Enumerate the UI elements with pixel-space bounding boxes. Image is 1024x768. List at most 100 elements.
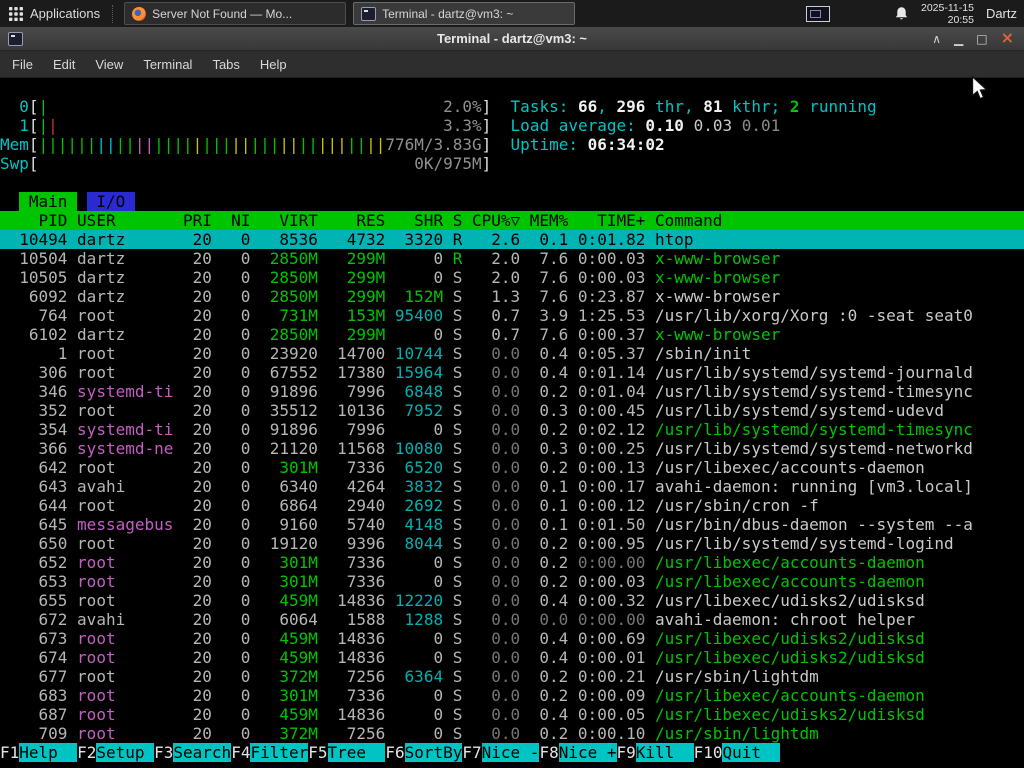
cell-cmd: /usr/sbin/lightdm (654, 667, 819, 686)
mem-value: 776M/3.83G (385, 135, 482, 154)
fnkey-F7[interactable]: F7 Nice - (462, 743, 540, 762)
cell-cpu: 0.0 (491, 534, 521, 553)
cell-shr: 10080 (394, 439, 444, 458)
process-row[interactable]: 6102 dartz 20 0 2850M 299M 0 S 0.7 7.6 0:00.37 x-ww… (0, 325, 1024, 344)
cell-res: 14836 (337, 629, 386, 648)
menu-item-file[interactable]: File (2, 53, 43, 76)
process-row[interactable]: 10505 dartz 20 0 2850M 299M 0 S 2.0 7.6 0:00.03 x-w… (0, 268, 1024, 287)
cell-user: messagebus (77, 515, 174, 534)
applications-menu[interactable]: Applications (0, 0, 109, 27)
fnkey-F2[interactable]: F2 Setup (77, 743, 155, 762)
fnkey-F9[interactable]: F9 Kill (617, 743, 694, 762)
window-titlebar[interactable]: Terminal - dartz@vm3: ~ ∧ ▁ □ × (0, 27, 1024, 51)
process-row[interactable]: 764 root 20 0 731M 153M 95400 S 0.7 3.9 1:25.53/us… (0, 306, 1024, 325)
column-header-pid[interactable]: PID (0, 211, 68, 230)
process-row[interactable]: 642 root 20 0 301M 7336 6520 S 0.0 0.2 0:00.13/usr… (0, 458, 1024, 477)
fnkey-label: F2 (77, 743, 97, 762)
cell-time: 0:00.32 (577, 591, 646, 610)
mouse-cursor (972, 76, 988, 100)
process-row[interactable]: 10494 dartz 20 0 8536 4732 3320 R 2.6 0.1 0:01.82 h… (0, 230, 1024, 249)
workspace-switcher[interactable] (806, 5, 830, 22)
column-header-cmd[interactable]: Command (655, 211, 1024, 230)
cell-pri: 20 (192, 496, 212, 515)
process-row[interactable]: 653 root 20 0 301M 7336 0 S 0.0 0.2 0:00.03/usr/li… (0, 572, 1024, 591)
minimize-button[interactable]: ▁ (954, 32, 963, 46)
fnkey-F6[interactable]: F6 SortBy (385, 743, 463, 762)
fnkey-F8[interactable]: F8 Nice + (539, 743, 617, 762)
process-row[interactable]: 655 root 20 0 459M 14836 12220 S 0.0 0.4 0:00.32/u… (0, 591, 1024, 610)
cell-shr: 15964 (394, 363, 444, 382)
fnkey-F5[interactable]: F5 Tree (308, 743, 386, 762)
column-header-res[interactable]: RES (318, 211, 385, 230)
menu-item-help[interactable]: Help (250, 53, 297, 76)
fnkey-F3[interactable]: F3 Search (154, 743, 232, 762)
process-row[interactable]: 643 avahi 20 0 6340 4264 3832 S 0.0 0.1 0:00.17 ava… (0, 477, 1024, 496)
cell-user: root (77, 648, 116, 667)
process-row[interactable]: 306 root 20 0 67552 17380 15964 S 0.0 0.4 0:01.14 /… (0, 363, 1024, 382)
process-row[interactable]: 366 systemd-ne 20 0 21120 11568 10080 S 0.0 0.3 0:… (0, 439, 1024, 458)
user-menu[interactable]: Dartz (986, 6, 1019, 21)
process-row[interactable]: 674 root 20 0 459M 14836 0 S 0.0 0.4 0:00.01/usr/l… (0, 648, 1024, 667)
clock[interactable]: 2025-11-15 20:55 (921, 2, 974, 26)
process-row[interactable]: 650 root 20 0 19120 9396 8044 S 0.0 0.2 0:00.95/us… (0, 534, 1024, 553)
column-header-mem[interactable]: MEM% (520, 211, 569, 230)
cell-ni: 0 (240, 382, 251, 401)
process-row[interactable]: 1 root 20 0 23920 14700 10744 S 0.0 0.4 0:05.37/sb… (0, 344, 1024, 363)
process-row[interactable]: 352 root 20 0 35512 10136 7952 S 0.0 0.3 0:00.45/u… (0, 401, 1024, 420)
process-row[interactable]: 645 messagebus 20 0 9160 5740 4148 S 0.0 0.1 0:01.… (0, 515, 1024, 534)
cell-virt: 19120 (269, 534, 318, 553)
column-header-ni[interactable]: NI (212, 211, 250, 230)
fnkey-F1[interactable]: F1 Help (0, 743, 78, 762)
cell-shr: 0 (433, 325, 444, 344)
cell-ni: 0 (240, 496, 251, 515)
cell-user: root (77, 705, 116, 724)
fnkey-F4[interactable]: F4 Filter (231, 743, 309, 762)
cell-cmd: /usr/libexec/accounts-daemon (654, 572, 925, 591)
htop-tab-io[interactable]: I/O (86, 192, 135, 211)
menu-item-edit[interactable]: Edit (43, 53, 85, 76)
column-header-pri[interactable]: PRI (173, 211, 212, 230)
cell-pri: 20 (192, 249, 212, 268)
process-row[interactable]: 644 root 20 0 6864 2940 2692 S 0.0 0.1 0:00.12/usr… (0, 496, 1024, 515)
column-header-cpu[interactable]: CPU%▽ (462, 211, 520, 230)
notification-bell-icon[interactable] (894, 6, 909, 21)
process-row[interactable]: 687 root 20 0 459M 14836 0 S 0.0 0.4 0:00.05/usr/l… (0, 705, 1024, 724)
column-header-virt[interactable]: VIRT (250, 211, 318, 230)
cell-user: systemd-ne (77, 439, 174, 458)
process-row[interactable]: 652 root 20 0 301M 7336 0 S 0.0 0.2 0:00.00/usr/li… (0, 553, 1024, 572)
process-row[interactable]: 677 root 20 0 372M 7256 6364 S 0.0 0.2 0:00.21/usr… (0, 667, 1024, 686)
process-row[interactable]: 709 root 20 0 372M 7256 0 S 0.0 0.2 0:00.10/usr/sb… (0, 724, 1024, 743)
process-row[interactable]: 672 avahi 20 0 6064 1588 1288 S 0.0 0.0 0:00.00 ava… (0, 610, 1024, 629)
menu-item-view[interactable]: View (85, 53, 133, 76)
htop-tab-main[interactable]: Main (19, 192, 78, 211)
column-header-s[interactable]: S (443, 211, 463, 230)
shade-button[interactable]: ∧ (932, 32, 941, 46)
cell-cpu: 2.6 (491, 230, 521, 249)
cell-pri: 20 (192, 534, 212, 553)
cell-virt: 23920 (269, 344, 318, 363)
cell-res: 153M (346, 306, 386, 325)
process-row[interactable]: 683 root 20 0 301M 7336 0 S 0.0 0.2 0:00.09/usr/li… (0, 686, 1024, 705)
process-row[interactable]: 354 systemd-ti 20 0 91896 7996 0 S 0.0 0.2 0:02.12… (0, 420, 1024, 439)
close-button[interactable]: × (1001, 29, 1014, 46)
fnkey-F10[interactable]: F10 Quit (694, 743, 781, 762)
column-header-time[interactable]: TIME+ (568, 211, 645, 230)
process-row[interactable]: 673 root 20 0 459M 14836 0 S 0.0 0.4 0:00.69/usr/l… (0, 629, 1024, 648)
cell-user: root (77, 553, 116, 572)
process-row[interactable]: 10504 dartz 20 0 2850M 299M 0 R 2.0 7.6 0:00.03 x-w… (0, 249, 1024, 268)
process-row[interactable]: 6092 dartz 20 0 2850M 299M 152M S 1.3 7.6 0:23.87 x… (0, 287, 1024, 306)
process-row[interactable]: 346 systemd-ti 20 0 91896 7996 6848 S 0.0 0.2 0:01… (0, 382, 1024, 401)
taskbar-button[interactable]: Terminal - dartz@vm3: ~ (353, 2, 576, 25)
menu-item-terminal[interactable]: Terminal (133, 53, 202, 76)
maximize-button[interactable]: □ (976, 32, 987, 46)
process-table-header[interactable]: PID USER PRI NI VIRT RES SHR S CPU%▽ MEM% TIME+ Com… (0, 211, 1024, 230)
column-header-user[interactable]: USER (77, 211, 173, 230)
taskbar-button[interactable]: Server Not Found — Mo... (124, 2, 347, 25)
column-header-shr[interactable]: SHR (385, 211, 443, 230)
menu-item-tabs[interactable]: Tabs (202, 53, 249, 76)
